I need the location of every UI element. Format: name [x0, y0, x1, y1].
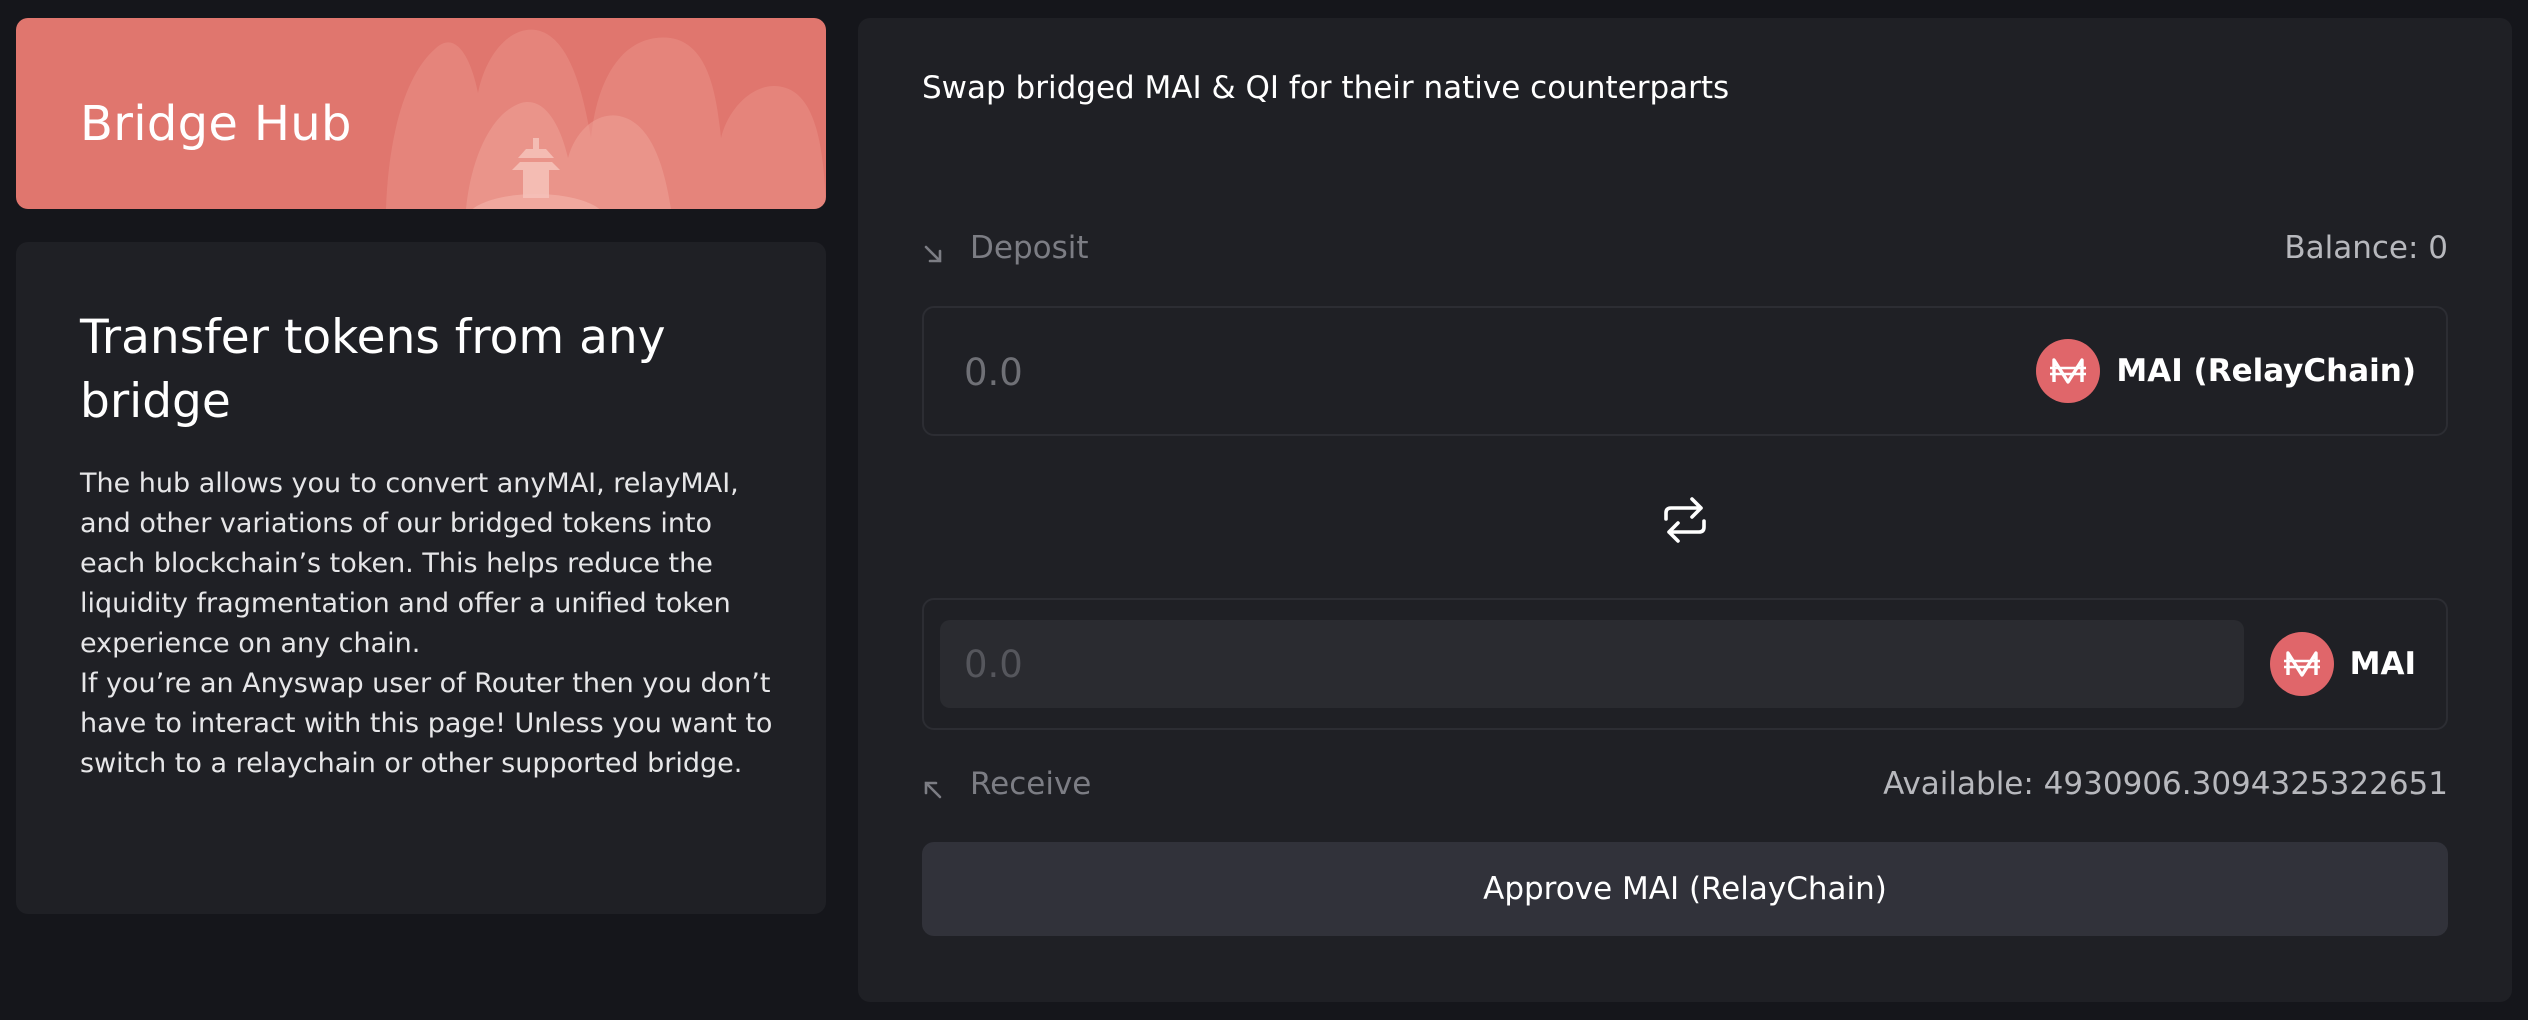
receive-field-container: MAI: [922, 598, 2448, 730]
arrow-down-right-icon: [922, 237, 944, 263]
info-paragraph: If you’re an Anyswap user of Router then…: [80, 668, 773, 779]
hero-title: Bridge Hub: [80, 96, 352, 152]
deposit-token-name: MAI (RelayChain): [2116, 353, 2416, 389]
mai-token-icon: [2269, 632, 2334, 696]
bridge-hub-banner: Bridge Hub: [16, 18, 826, 209]
approve-button[interactable]: Approve MAI (RelayChain): [922, 842, 2448, 936]
deposit-label: Deposit: [922, 230, 1089, 266]
deposit-token-selector[interactable]: MAI (RelayChain): [2036, 339, 2416, 403]
swap-heading: Swap bridged MAI & QI for their native c…: [922, 70, 1730, 106]
swap-panel: Swap bridged MAI & QI for their native c…: [858, 18, 2512, 1002]
info-description: The hub allows you to convert anyMAI, re…: [80, 464, 780, 784]
receive-available: Available: 4930906.3094325322651: [1883, 766, 2448, 802]
receive-amount-input[interactable]: [964, 636, 2164, 692]
swap-arrows-icon[interactable]: [1660, 492, 1710, 548]
receive-label: Receive: [922, 766, 1091, 802]
info-paragraph: The hub allows you to convert anyMAI, re…: [80, 468, 739, 659]
receive-token-selector[interactable]: MAI: [2269, 632, 2416, 696]
deposit-label-text: Deposit: [970, 230, 1089, 266]
deposit-amount-input[interactable]: [964, 344, 1764, 400]
deposit-field-container: MAI (RelayChain): [922, 306, 2448, 436]
receive-label-text: Receive: [970, 766, 1092, 802]
info-card: Transfer tokens from any bridge The hub …: [16, 242, 826, 914]
info-title: Transfer tokens from any bridge: [80, 310, 666, 429]
receive-input-wrapper: [940, 620, 2244, 708]
deposit-balance: Balance: 0: [2284, 230, 2448, 266]
mai-token-icon: [2036, 339, 2101, 403]
receive-token-name: MAI: [2349, 646, 2416, 682]
arrow-up-left-icon: [922, 773, 944, 799]
